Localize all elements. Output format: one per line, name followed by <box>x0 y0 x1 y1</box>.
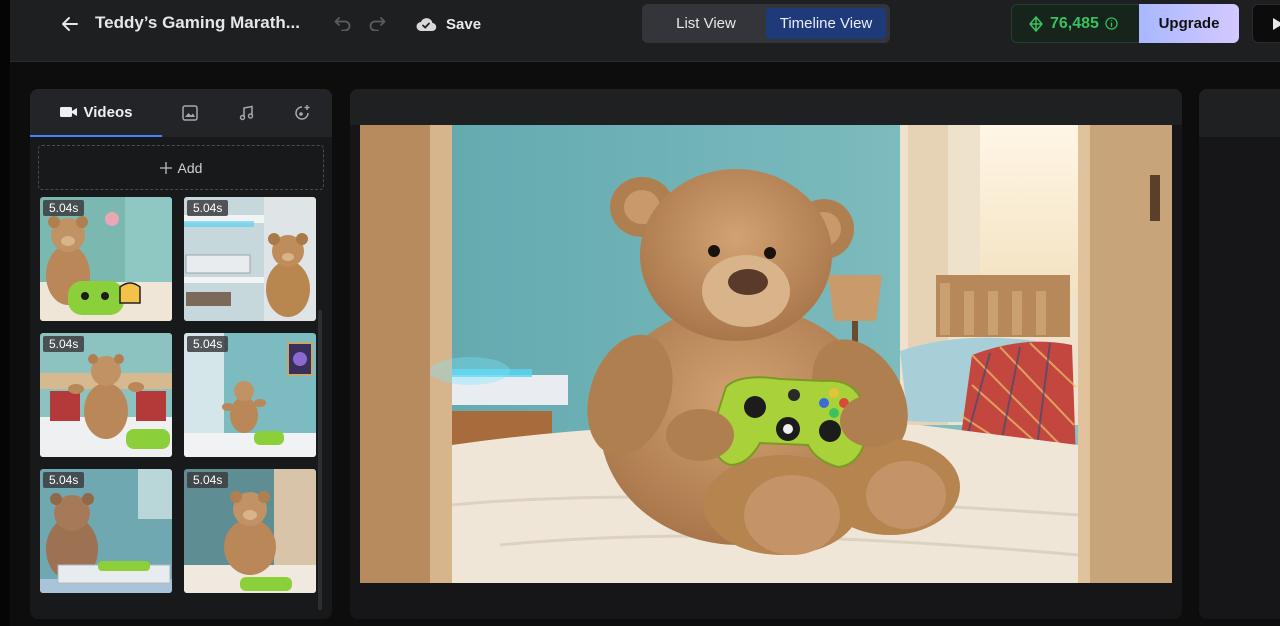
media-panel: Videos Add 5.04s 5.04s 5.04s 5.04s 5.04s… <box>30 89 332 619</box>
save-label: Save <box>446 15 482 33</box>
back-arrow-icon[interactable] <box>58 12 82 36</box>
add-media-button[interactable]: Add <box>38 145 324 190</box>
clip-thumbnail[interactable]: 5.04s <box>40 333 172 457</box>
clip-duration: 5.04s <box>187 472 229 488</box>
credits-value: 76,485 <box>1050 14 1099 32</box>
sound-effects-icon <box>295 105 310 120</box>
clip-thumbnail[interactable]: 5.04s <box>40 469 172 593</box>
project-title[interactable]: Teddy’s Gaming Marath... <box>95 13 300 33</box>
video-camera-icon <box>59 107 77 117</box>
tab-list-view[interactable]: List View <box>646 8 766 39</box>
plus-icon <box>159 161 172 174</box>
tab-images[interactable] <box>162 89 218 137</box>
tab-videos[interactable]: Videos <box>30 89 162 137</box>
clip-thumbnail[interactable]: 5.04s <box>184 333 316 457</box>
credits-badge[interactable]: 76,485 <box>1011 4 1149 43</box>
video-preview[interactable] <box>360 125 1172 583</box>
clip-duration: 5.04s <box>43 472 85 488</box>
properties-header <box>1199 89 1280 137</box>
clip-duration: 5.04s <box>187 336 229 352</box>
clip-thumbnail[interactable]: 5.04s <box>184 469 316 593</box>
preview-toolbar <box>350 89 1182 125</box>
left-edge <box>0 0 10 626</box>
tab-sound-effects[interactable] <box>274 89 330 137</box>
clip-thumbnail[interactable]: 5.04s <box>40 197 172 321</box>
image-icon <box>182 105 198 121</box>
clip-duration: 5.04s <box>43 336 85 352</box>
save-button[interactable]: Save <box>415 10 481 38</box>
tab-music[interactable] <box>218 89 274 137</box>
clip-duration: 5.04s <box>43 200 85 216</box>
clip-grid-scrollbar[interactable] <box>318 310 322 610</box>
properties-panel <box>1199 89 1280 619</box>
cloud-check-icon <box>416 18 437 32</box>
music-note-icon <box>239 105 254 121</box>
view-toggle: List View Timeline View <box>642 4 890 43</box>
upgrade-button[interactable]: Upgrade <box>1139 4 1239 43</box>
add-label: Add <box>177 159 203 176</box>
play-icon <box>1273 17 1280 30</box>
info-icon[interactable] <box>1105 17 1118 30</box>
redo-icon[interactable] <box>366 12 388 34</box>
media-tabs: Videos <box>30 89 332 137</box>
tab-videos-label: Videos <box>83 103 133 121</box>
clip-duration: 5.04s <box>187 200 229 216</box>
gem-icon <box>1029 15 1043 32</box>
undo-icon[interactable] <box>332 12 354 34</box>
clip-grid: 5.04s 5.04s 5.04s 5.04s 5.04s 5.04s <box>30 195 332 615</box>
preview-panel <box>350 89 1182 619</box>
top-bar: Teddy’s Gaming Marath... Save List View … <box>10 0 1280 62</box>
tab-timeline-view[interactable]: Timeline View <box>766 8 886 39</box>
play-button[interactable] <box>1252 4 1280 43</box>
clip-thumbnail[interactable]: 5.04s <box>184 197 316 321</box>
